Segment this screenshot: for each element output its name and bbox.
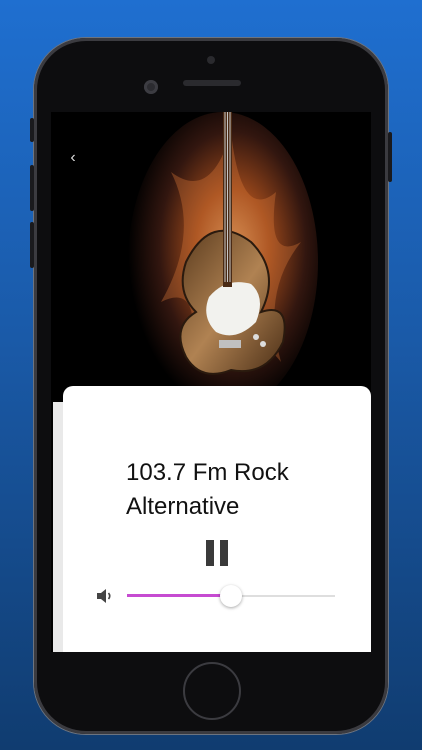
volume-fill: [127, 594, 231, 597]
speaker-icon[interactable]: [95, 586, 115, 606]
station-title-line2: Alternative: [126, 493, 240, 520]
front-sensor: [207, 56, 215, 64]
volume-down-side-button: [30, 222, 34, 268]
front-camera: [144, 80, 158, 94]
home-button[interactable]: [183, 662, 241, 720]
volume-slider[interactable]: [127, 584, 337, 608]
pause-icon: [206, 540, 214, 566]
station-title-line1: 103.7 Fm Rock: [126, 459, 289, 486]
player-card: 103.7 Fm Rock Alternative: [63, 386, 371, 652]
station-title: 103.7 Fm Rock Alternative: [126, 456, 356, 524]
pause-button[interactable]: [206, 540, 232, 566]
earpiece-speaker: [183, 80, 241, 86]
pause-icon-bar: [220, 540, 228, 566]
app-screen: ‹ 103.7 Fm Rock Alternative: [51, 112, 371, 652]
power-side-button: [388, 132, 392, 182]
album-artwork: [51, 112, 371, 412]
volume-up-side-button: [30, 165, 34, 211]
volume-thumb[interactable]: [220, 585, 242, 607]
mute-switch: [30, 118, 34, 142]
back-button[interactable]: ‹: [65, 148, 81, 168]
